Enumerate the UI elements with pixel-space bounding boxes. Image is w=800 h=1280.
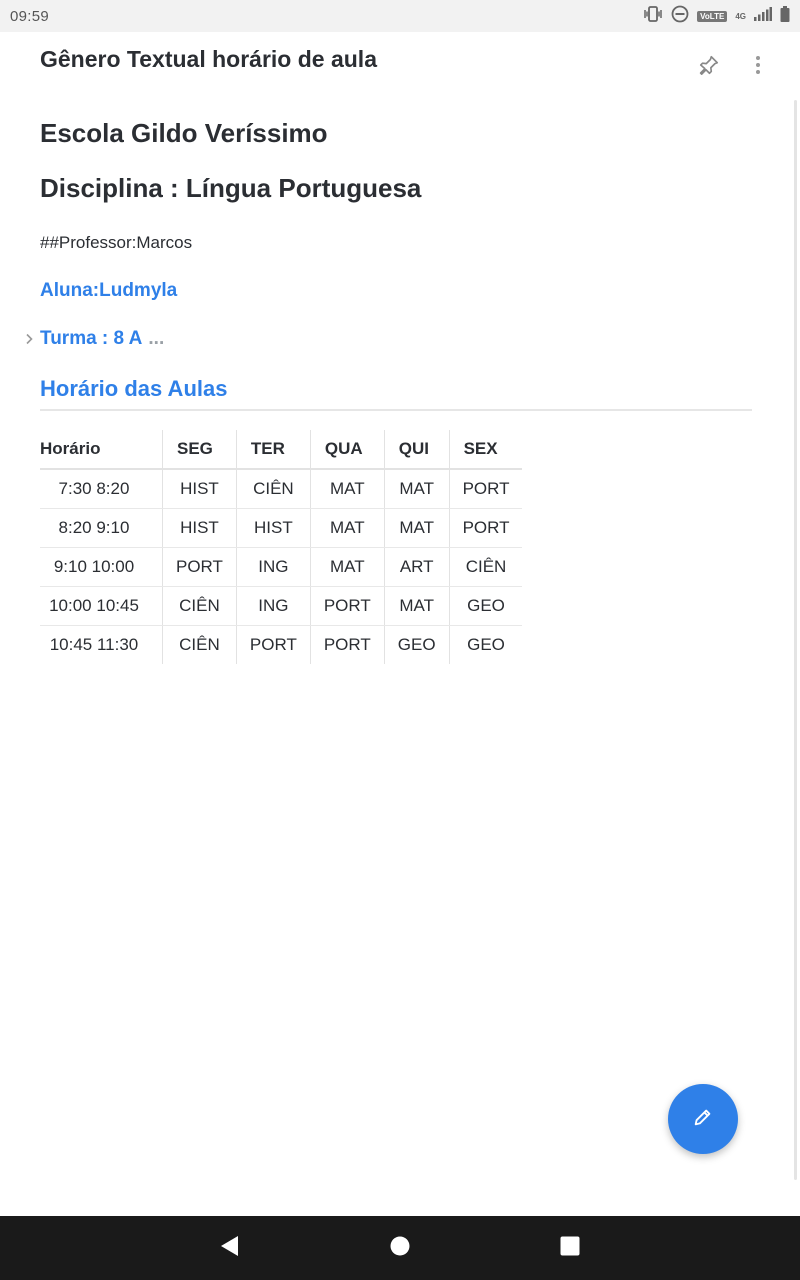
table-cell[interactable]: PORT xyxy=(448,469,523,509)
table-header-cell[interactable]: QUA xyxy=(309,430,385,470)
network-type: 4G xyxy=(735,11,746,21)
table-cell[interactable]: MAT xyxy=(309,508,385,548)
table-cell[interactable]: PORT xyxy=(448,508,523,548)
table-row: 10:45 11:30 CIÊN PORT PORT GEO GEO xyxy=(40,625,523,665)
more-options-button[interactable] xyxy=(743,52,773,82)
edit-pencil-icon xyxy=(692,1106,714,1133)
table-cell[interactable]: HIST xyxy=(162,469,237,509)
table-header-cell[interactable]: SEG xyxy=(162,430,237,470)
professor-text[interactable]: ##Professor:Marcos xyxy=(40,233,192,253)
page-title: Gênero Textual horário de aula xyxy=(40,46,377,72)
vibrate-icon xyxy=(643,5,663,27)
table-header-cell[interactable]: Horário xyxy=(40,430,163,470)
status-icons: VoLTE 4G xyxy=(643,5,790,28)
table-cell[interactable]: HIST xyxy=(162,508,237,548)
table-cell[interactable]: 8:20 9:10 xyxy=(40,508,163,548)
table-header-cell[interactable]: SEX xyxy=(448,430,523,470)
table-cell[interactable]: PORT xyxy=(309,586,385,626)
chevron-right-icon[interactable] xyxy=(22,332,36,346)
back-button[interactable] xyxy=(214,1234,244,1262)
class-heading[interactable]: Turma : 8 A xyxy=(40,328,142,350)
signal-icon xyxy=(754,6,772,26)
table-cell[interactable]: 9:10 10:00 xyxy=(40,547,163,587)
pin-icon xyxy=(698,54,720,81)
table-cell[interactable]: 10:00 10:45 xyxy=(40,586,163,626)
table-cell[interactable]: GEO xyxy=(383,625,450,664)
volte-icon: VoLTE xyxy=(697,10,728,22)
table-cell[interactable]: MAT xyxy=(309,547,385,587)
discipline-heading[interactable]: Disciplina : Língua Portuguesa xyxy=(40,173,421,204)
school-heading[interactable]: Escola Gildo Veríssimo xyxy=(40,118,328,149)
heading-divider xyxy=(40,409,752,411)
class-heading-row[interactable]: Turma : 8 A ... xyxy=(22,328,164,350)
recents-button[interactable] xyxy=(555,1233,585,1263)
battery-icon xyxy=(780,5,790,27)
table-cell[interactable]: GEO xyxy=(448,586,523,626)
table-cell[interactable]: MAT xyxy=(383,586,450,626)
app-header: Gênero Textual horário de aula xyxy=(0,32,800,96)
pin-button[interactable] xyxy=(694,52,724,82)
table-cell[interactable]: CIÊN xyxy=(448,547,523,587)
more-vert-icon xyxy=(755,55,761,80)
status-time: 09:59 xyxy=(10,7,50,25)
table-cell[interactable]: MAT xyxy=(383,469,450,509)
table-cell[interactable]: MAT xyxy=(383,508,450,548)
schedule-table[interactable]: Horário SEG TER QUA QUI SEX 7:30 8:20 HI… xyxy=(40,430,523,665)
schedule-heading[interactable]: Horário das Aulas xyxy=(40,376,227,402)
table-cell[interactable]: 7:30 8:20 xyxy=(40,469,163,509)
recents-icon xyxy=(559,1235,581,1262)
table-cell[interactable]: CIÊN xyxy=(235,469,311,509)
table-header-row: Horário SEG TER QUA QUI SEX xyxy=(40,430,523,470)
status-bar: 09:59 VoLTE 4G xyxy=(0,0,800,32)
table-cell[interactable]: HIST xyxy=(235,508,311,548)
table-cell[interactable]: 10:45 11:30 xyxy=(40,626,163,665)
student-heading[interactable]: Aluna:Ludmyla xyxy=(40,280,177,302)
edit-fab-button[interactable] xyxy=(668,1084,738,1154)
navigation-bar xyxy=(0,1216,800,1280)
home-icon xyxy=(389,1235,411,1262)
table-header-cell[interactable]: TER xyxy=(235,430,311,470)
table-cell[interactable]: GEO xyxy=(448,625,523,664)
table-row: 8:20 9:10 HIST HIST MAT MAT PORT xyxy=(40,508,523,548)
table-cell[interactable]: PORT xyxy=(162,547,237,587)
table-row: 7:30 8:20 HIST CIÊN MAT MAT PORT xyxy=(40,469,523,509)
table-row: 9:10 10:00 PORT ING MAT ART CIÊN xyxy=(40,547,523,587)
table-cell[interactable]: PORT xyxy=(235,625,311,664)
table-cell[interactable]: CIÊN xyxy=(162,586,237,626)
collapsed-indicator[interactable]: ... xyxy=(148,328,164,350)
table-cell[interactable]: CIÊN xyxy=(162,625,237,664)
table-cell[interactable]: ING xyxy=(235,586,311,626)
home-button[interactable] xyxy=(385,1233,415,1263)
table-row: 10:00 10:45 CIÊN ING PORT MAT GEO xyxy=(40,586,523,626)
scrollbar[interactable] xyxy=(794,100,797,1180)
do-not-disturb-icon xyxy=(671,5,689,28)
table-cell[interactable]: ING xyxy=(235,547,311,587)
table-cell[interactable]: PORT xyxy=(309,625,385,664)
table-header-cell[interactable]: QUI xyxy=(383,430,450,470)
table-cell[interactable]: ART xyxy=(383,547,450,587)
back-icon xyxy=(218,1234,240,1263)
table-cell[interactable]: MAT xyxy=(309,469,385,509)
